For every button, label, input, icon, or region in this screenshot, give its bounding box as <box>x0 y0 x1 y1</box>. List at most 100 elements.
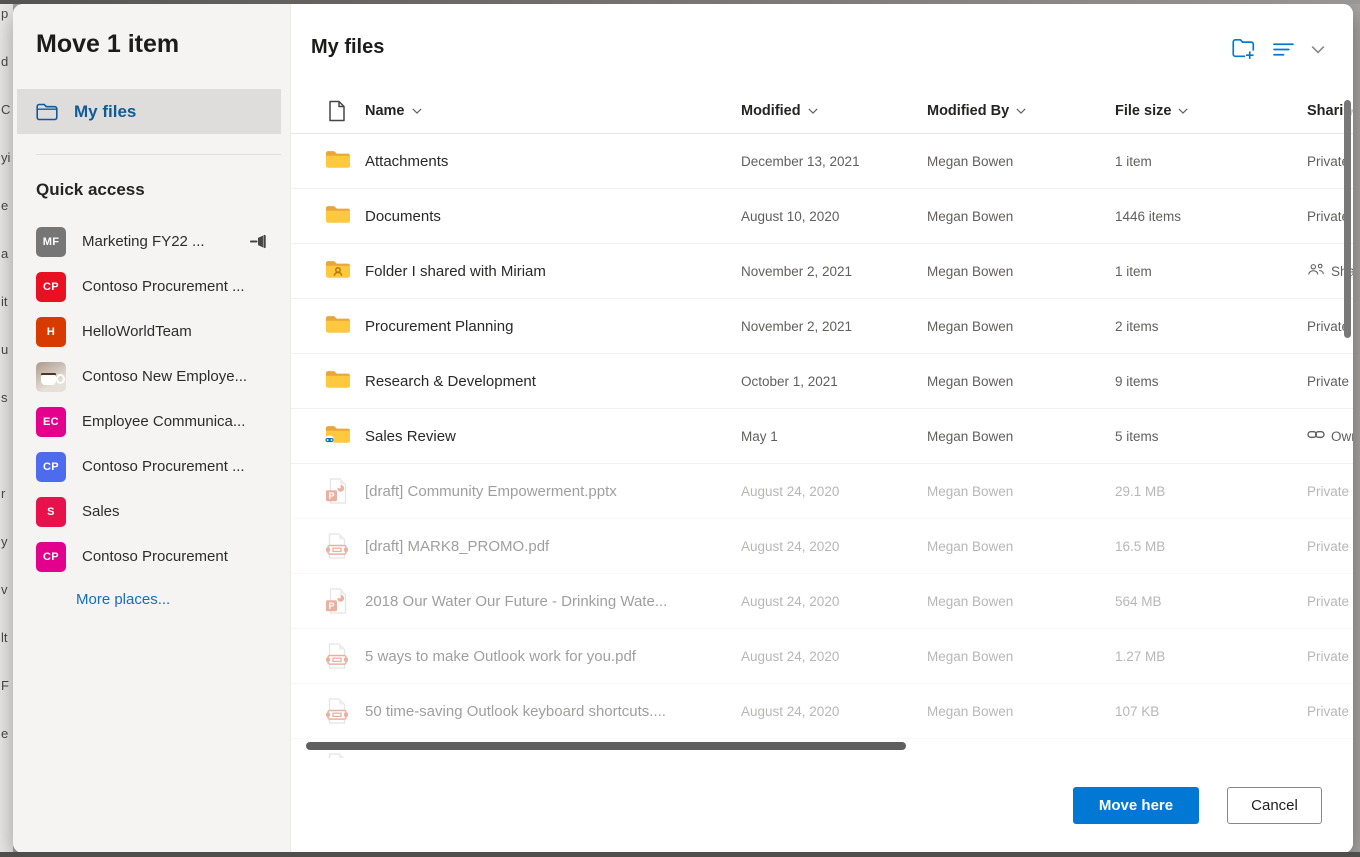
item-name: Sales Review <box>365 428 741 445</box>
dialog-footer: Move here Cancel <box>1073 787 1322 824</box>
background-page-sliver: pdCyieaitusryvltFe <box>0 0 13 857</box>
pin-icon <box>249 232 268 256</box>
background-text-fragment: s <box>1 390 8 405</box>
folder-row[interactable]: Sales Review May 1 Megan Bowen 5 items O… <box>291 409 1353 464</box>
chevron-down-icon[interactable] <box>1311 45 1325 54</box>
table-header-row: Name Modified Modified By File size Shar… <box>291 88 1353 134</box>
item-modified-date: October 1, 2021 <box>741 374 927 389</box>
item-sharing-status: Owned by <box>1307 428 1353 444</box>
quick-access-item[interactable]: EC Employee Communica... <box>13 399 290 444</box>
item-name: 5 ways to make Outlook work for you.pdf <box>365 648 741 665</box>
folder-icon <box>309 368 365 394</box>
folder-row[interactable]: Procurement Planning November 2, 2021 Me… <box>291 299 1353 354</box>
quick-access-item-label: Marketing FY22 ... <box>82 233 205 250</box>
avatar-initials: S <box>47 506 55 518</box>
item-name: Documents <box>365 208 741 225</box>
quick-access-item[interactable]: MF Marketing FY22 ... <box>13 219 290 264</box>
dialog-title: Move 1 item <box>36 30 179 59</box>
item-name: Procurement Planning <box>365 318 741 335</box>
item-modified-by: Megan Bowen <box>927 319 1115 334</box>
quick-access-item[interactable]: H HelloWorldTeam <box>13 309 290 354</box>
item-file-size: 2 items <box>1115 319 1307 334</box>
item-file-size: 1 item <box>1115 264 1307 279</box>
move-here-button[interactable]: Move here <box>1073 787 1199 824</box>
item-modified-by: Megan Bowen <box>927 209 1115 224</box>
horizontal-scrollbar-thumb[interactable] <box>306 742 906 750</box>
item-name: [draft] Community Empowerment.pptx <box>365 483 741 500</box>
current-location-heading: My files <box>311 36 384 59</box>
item-file-size: 29.1 MB <box>1115 484 1307 499</box>
pptx-icon <box>309 588 365 614</box>
quick-access-item[interactable]: CP Contoso Procurement <box>13 534 290 579</box>
background-text-fragment: y <box>1 534 8 549</box>
pdf-icon <box>309 753 365 758</box>
quick-access-item[interactable]: CP Contoso Procurement ... <box>13 444 290 489</box>
background-text-fragment: C <box>1 102 10 117</box>
background-text-fragment: it <box>1 294 8 309</box>
quick-access-item-label: Contoso Procurement ... <box>82 278 245 295</box>
background-text-fragment: e <box>1 198 8 213</box>
item-sharing-status: Private <box>1307 539 1353 554</box>
folder-row[interactable]: Attachments December 13, 2021 Megan Bowe… <box>291 134 1353 189</box>
quick-access-heading: Quick access <box>36 180 145 200</box>
item-modified-date: August 24, 2020 <box>741 704 927 719</box>
item-file-size: 1.27 MB <box>1115 649 1307 664</box>
pdf-icon <box>309 643 365 669</box>
folder-icon <box>309 203 365 229</box>
item-modified-date: December 13, 2021 <box>741 154 927 169</box>
quick-access-item[interactable]: CP Contoso Procurement ... <box>13 264 290 309</box>
folder-row[interactable]: Folder I shared with Miriam November 2, … <box>291 244 1353 299</box>
item-modified-date: August 24, 2020 <box>741 539 927 554</box>
folder-shared-icon <box>309 258 365 284</box>
column-header-file-size[interactable]: File size <box>1115 103 1307 119</box>
item-file-size: 5 items <box>1115 429 1307 444</box>
site-avatar: CP <box>36 272 66 302</box>
sidebar-divider <box>36 154 281 155</box>
file-row: [draft] Community Empowerment.pptx Augus… <box>291 464 1353 519</box>
column-header-name[interactable]: Name <box>365 103 741 119</box>
background-text-fragment: r <box>1 486 5 501</box>
item-modified-date: August 24, 2020 <box>741 594 927 609</box>
item-file-size: 1446 items <box>1115 209 1307 224</box>
avatar-initials: EC <box>43 416 59 428</box>
file-table-body: Attachments December 13, 2021 Megan Bowe… <box>291 134 1353 758</box>
column-header-modified-by[interactable]: Modified By <box>927 103 1115 119</box>
background-text-fragment: a <box>1 246 8 261</box>
item-sharing-status: Private <box>1307 594 1353 609</box>
new-folder-icon[interactable] <box>1232 38 1256 60</box>
chevron-down-icon <box>808 108 818 114</box>
chain-icon <box>1307 428 1325 444</box>
background-text-fragment: p <box>1 6 8 21</box>
pdf-icon <box>309 698 365 724</box>
chevron-down-icon <box>1178 108 1188 114</box>
item-name: Folder I shared with Miriam <box>365 263 741 280</box>
column-header-modified[interactable]: Modified <box>741 103 927 119</box>
more-places-link[interactable]: More places... <box>76 591 170 608</box>
chevron-down-icon <box>412 108 422 114</box>
quick-access-item-label: Sales <box>82 503 120 520</box>
avatar-initials: MF <box>43 236 59 248</box>
file-row: 50 time-saving Outlook keyboard shortcut… <box>291 684 1353 739</box>
quick-access-item[interactable]: Contoso New Employe... <box>13 354 290 399</box>
sort-options-icon[interactable] <box>1273 42 1294 57</box>
site-avatar: MF <box>36 227 66 257</box>
item-file-size: 564 MB <box>1115 594 1307 609</box>
folder-row[interactable]: Documents August 10, 2020 Megan Bowen 14… <box>291 189 1353 244</box>
document-type-column-icon[interactable] <box>309 100 365 122</box>
cancel-button[interactable]: Cancel <box>1227 787 1322 824</box>
quick-access-item[interactable]: S Sales <box>13 489 290 534</box>
sidebar-item-my-files[interactable]: My files <box>17 89 281 134</box>
coffee-mug-thumbnail <box>36 362 66 392</box>
vertical-scrollbar-thumb[interactable] <box>1344 100 1351 338</box>
item-name: Attachments <box>365 153 741 170</box>
item-modified-by: Megan Bowen <box>927 539 1115 554</box>
folder-row[interactable]: Research & Development October 1, 2021 M… <box>291 354 1353 409</box>
quick-access-item-label: HelloWorldTeam <box>82 323 192 340</box>
background-text-fragment: d <box>1 54 8 69</box>
screen-edge-top <box>0 0 1360 4</box>
item-file-size: 107 KB <box>1115 704 1307 719</box>
item-modified-date: August 10, 2020 <box>741 209 927 224</box>
dialog-sidebar: Move 1 item My files Quick access MF Mar… <box>13 4 291 853</box>
pdf-icon <box>309 533 365 559</box>
folder-icon <box>309 148 365 174</box>
